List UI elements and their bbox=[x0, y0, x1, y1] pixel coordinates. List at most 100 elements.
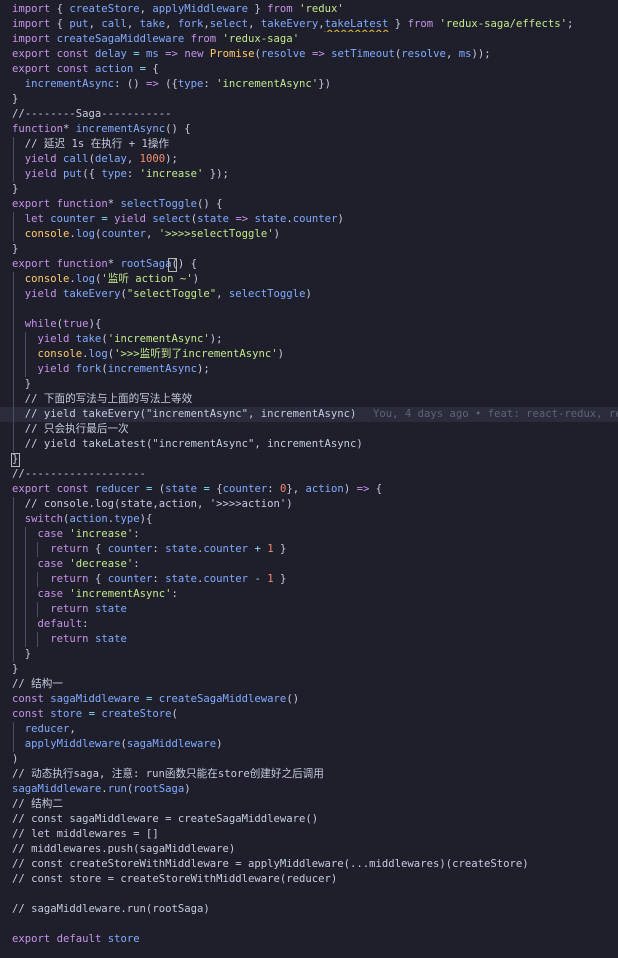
code-text: yield call(delay, 1000); bbox=[12, 152, 178, 167]
code-text: } bbox=[12, 377, 31, 392]
code-line[interactable]: //------------------- bbox=[0, 467, 618, 482]
code-token: take bbox=[139, 18, 166, 30]
code-line[interactable]: // let middlewares = [] bbox=[0, 827, 618, 842]
code-line[interactable]: while(true){ bbox=[0, 317, 618, 332]
code-line[interactable]: case 'increase': bbox=[0, 527, 618, 542]
code-line[interactable]: export const action = { bbox=[0, 62, 618, 77]
code-line[interactable]: } bbox=[0, 182, 618, 197]
code-line[interactable]: // const store = createStoreWithMiddlewa… bbox=[0, 872, 618, 887]
code-line[interactable]: console.log('>>>监听到了incrementAsync') bbox=[0, 347, 618, 362]
code-line[interactable]: return state bbox=[0, 632, 618, 647]
code-token: switch bbox=[24, 513, 64, 525]
code-line[interactable]: } bbox=[0, 662, 618, 677]
code-line[interactable] bbox=[0, 887, 618, 902]
code-token: { bbox=[146, 63, 159, 75]
code-line[interactable]: // 结构一 bbox=[0, 677, 618, 692]
code-token: resolve bbox=[260, 48, 306, 60]
code-token: => bbox=[145, 78, 159, 90]
code-line[interactable]: import { createStore, applyMiddleware } … bbox=[0, 2, 618, 17]
code-line[interactable]: function* incrementAsync() { bbox=[0, 122, 618, 137]
code-line[interactable]: // 延迟 1s 在执行 + 1操作 bbox=[0, 137, 618, 152]
code-token: } bbox=[273, 543, 287, 555]
code-line[interactable]: yield take('incrementAsync'); bbox=[0, 332, 618, 347]
code-token: ) bbox=[305, 288, 312, 300]
code-token: import bbox=[12, 18, 51, 30]
code-line[interactable]: yield fork(incrementAsync); bbox=[0, 362, 618, 377]
code-line[interactable]: } bbox=[0, 242, 618, 257]
code-token: : bbox=[267, 483, 281, 495]
code-line[interactable]: } bbox=[0, 92, 618, 107]
code-token: } bbox=[273, 573, 287, 585]
code-line[interactable]: // middlewares.push(sagaMiddleware) bbox=[0, 842, 618, 857]
code-token: ); bbox=[197, 363, 210, 375]
code-token: from bbox=[407, 18, 434, 30]
code-line[interactable]: console.log(counter, '>>>>selectToggle') bbox=[0, 227, 618, 242]
code-line[interactable]: // yield takeLatest("incrementAsync", in… bbox=[0, 437, 618, 452]
code-token: ) bbox=[184, 783, 191, 795]
code-token: rootSaga bbox=[120, 258, 172, 270]
code-line[interactable]: // const createStoreWithMiddleware = app… bbox=[0, 857, 618, 872]
code-line[interactable]: console.log('监听 action ~') bbox=[0, 272, 618, 287]
code-line[interactable]: applyMiddleware(sagaMiddleware) bbox=[0, 737, 618, 752]
code-line[interactable]: export function* selectToggle() { bbox=[0, 197, 618, 212]
code-line[interactable]: //--------Saga----------- bbox=[0, 107, 618, 122]
code-line[interactable]: // 动态执行saga, 注意: run函数只能在store创建好之后调用 bbox=[0, 767, 618, 782]
code-line[interactable]: case 'incrementAsync': bbox=[0, 587, 618, 602]
code-line[interactable]: yield call(delay, 1000); bbox=[0, 152, 618, 167]
code-line[interactable]: } bbox=[0, 452, 618, 467]
code-line[interactable]: // 结构二 bbox=[0, 797, 618, 812]
code-line[interactable]: sagaMiddleware.run(rootSaga) bbox=[0, 782, 618, 797]
code-line[interactable]: yield put({ type: 'increase' }); bbox=[0, 167, 618, 182]
code-line[interactable]: return state bbox=[0, 602, 618, 617]
code-line[interactable]: incrementAsync: () => ({type: 'increment… bbox=[0, 77, 618, 92]
code-line[interactable]: // yield takeEvery("incrementAsync", inc… bbox=[0, 407, 618, 422]
code-token: incrementAsync bbox=[24, 78, 115, 90]
code-token: selectToggle bbox=[228, 288, 306, 300]
code-text: // 动态执行saga, 注意: run函数只能在store创建好之后调用 bbox=[12, 767, 324, 782]
code-line[interactable]: return { counter: state.counter - 1 } bbox=[0, 572, 618, 587]
code-line[interactable]: // const sagaMiddleware = createSagaMidd… bbox=[0, 812, 618, 827]
code-editor[interactable]: import { createStore, applyMiddleware } … bbox=[0, 0, 618, 958]
code-line[interactable]: case 'decrease': bbox=[0, 557, 618, 572]
code-token: } bbox=[12, 243, 19, 255]
code-line[interactable]: // console.log(state,action, '>>>>action… bbox=[0, 497, 618, 512]
code-line[interactable]: import createSagaMiddleware from 'redux-… bbox=[0, 32, 618, 47]
code-token: , bbox=[69, 723, 76, 735]
code-line[interactable]: } bbox=[0, 377, 618, 392]
code-line[interactable]: return { counter: state.counter + 1 } bbox=[0, 542, 618, 557]
code-token: reducer bbox=[94, 483, 140, 495]
code-line[interactable]: export default store bbox=[0, 932, 618, 947]
code-token: yield bbox=[114, 213, 147, 225]
code-token: { bbox=[50, 18, 70, 30]
code-line[interactable]: export function* rootSaga() { bbox=[0, 257, 618, 272]
code-line[interactable]: export const reducer = (state = {counter… bbox=[0, 482, 618, 497]
code-token: ( bbox=[152, 483, 166, 495]
code-line[interactable] bbox=[0, 917, 618, 932]
code-token: let bbox=[24, 213, 44, 225]
code-token: '>>>>selectToggle' bbox=[158, 228, 274, 240]
code-line[interactable]: yield takeEvery("selectToggle", selectTo… bbox=[0, 287, 618, 302]
code-line[interactable]: } bbox=[0, 647, 618, 662]
code-text: // const createStoreWithMiddleware = app… bbox=[12, 857, 529, 872]
code-text: return { counter: state.counter - 1 } bbox=[12, 572, 286, 587]
code-line[interactable]: const sagaMiddleware = createSagaMiddlew… bbox=[0, 692, 618, 707]
code-token: } bbox=[12, 183, 19, 195]
code-line[interactable] bbox=[0, 302, 618, 317]
code-line[interactable]: // sagaMiddleware.run(rootSaga) bbox=[0, 902, 618, 917]
code-line[interactable]: export const delay = ms => new Promise(r… bbox=[0, 47, 618, 62]
code-line[interactable]: import { put, call, take, fork,select, t… bbox=[0, 17, 618, 32]
code-line[interactable]: // 下面的写法与上面的写法上等效 bbox=[0, 392, 618, 407]
code-line[interactable]: reducer, bbox=[0, 722, 618, 737]
code-token: ) bbox=[192, 273, 200, 285]
code-line[interactable]: // 只会执行最后一次 bbox=[0, 422, 618, 437]
code-token: : bbox=[133, 528, 140, 540]
code-token: } bbox=[12, 93, 19, 105]
code-line[interactable]: switch(action.type){ bbox=[0, 512, 618, 527]
code-line[interactable]: const store = createStore( bbox=[0, 707, 618, 722]
code-token: incrementAsync bbox=[107, 363, 197, 375]
code-line[interactable]: default: bbox=[0, 617, 618, 632]
code-line[interactable]: ) bbox=[0, 752, 618, 767]
code-line[interactable]: let counter = yield select(state => stat… bbox=[0, 212, 618, 227]
